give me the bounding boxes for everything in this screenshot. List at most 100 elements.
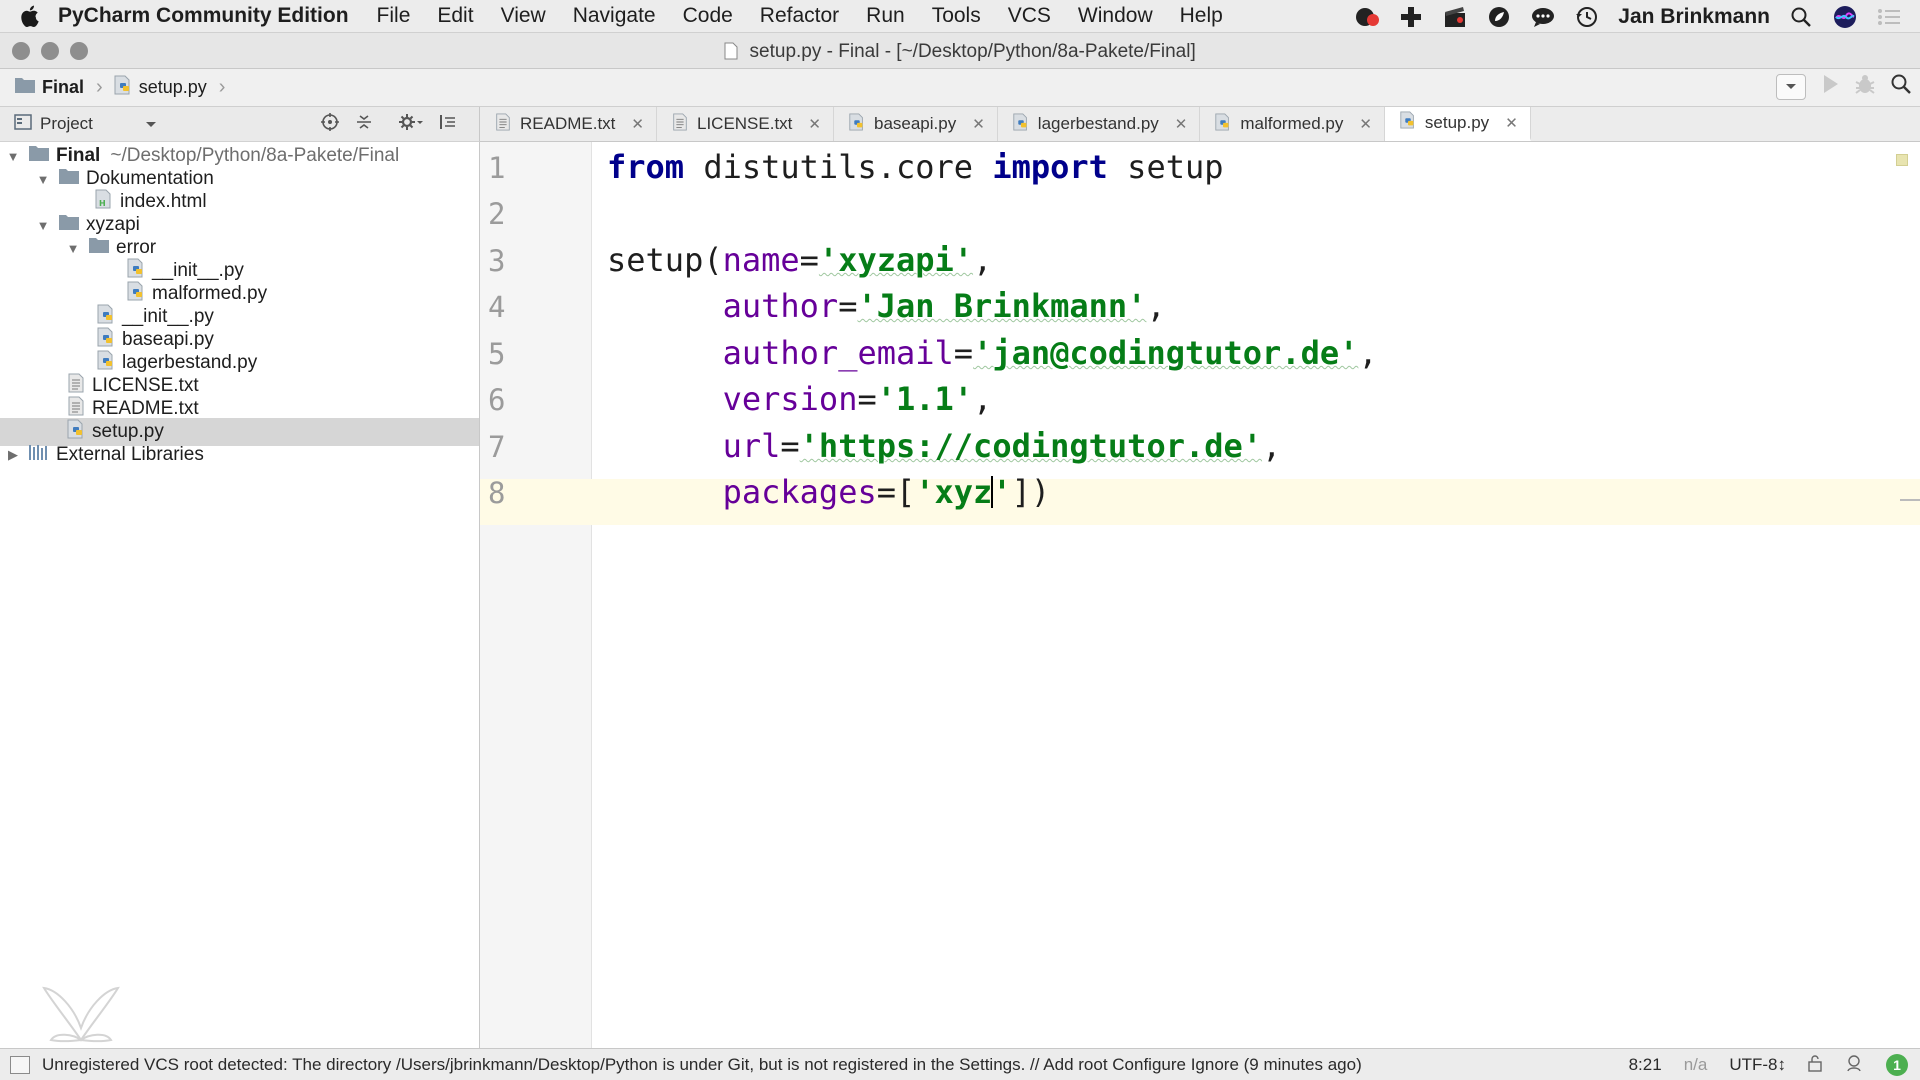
search-everywhere-icon[interactable] xyxy=(1890,73,1912,100)
code-text: , xyxy=(973,380,993,418)
time-machine-icon[interactable] xyxy=(1574,4,1600,30)
tab-lagerbestand[interactable]: lagerbestand.py ✕ xyxy=(998,107,1201,141)
apple-menu-icon[interactable] xyxy=(0,4,58,28)
siri-icon[interactable] xyxy=(1832,4,1858,30)
line-number: 6 xyxy=(488,383,506,417)
menu-refactor[interactable]: Refactor xyxy=(760,4,839,28)
menu-file[interactable]: File xyxy=(377,4,411,28)
locate-file-icon[interactable] xyxy=(320,112,340,137)
keyword-argument: name xyxy=(722,241,800,279)
folder-icon xyxy=(14,76,36,99)
record-icon[interactable] xyxy=(1354,4,1380,30)
toggle-tool-windows-icon[interactable] xyxy=(10,1055,30,1074)
breadcrumb: Final › setup.py › xyxy=(0,75,229,100)
window-title-text: setup.py - Final - [~/Desktop/Python/8a-… xyxy=(749,41,1196,62)
app-name-menu[interactable]: PyCharm Community Edition xyxy=(58,4,349,28)
close-tab-icon[interactable]: ✕ xyxy=(1505,114,1518,132)
file-doc-icon xyxy=(724,42,738,66)
string-literal: '1.1' xyxy=(876,380,974,418)
tree-item-path: ~/Desktop/Python/8a-Pakete/Final xyxy=(110,145,400,166)
collapse-all-icon[interactable] xyxy=(354,112,374,137)
line-number: 7 xyxy=(488,430,506,464)
menu-navigate[interactable]: Navigate xyxy=(573,4,656,28)
lock-icon[interactable] xyxy=(1808,1054,1822,1077)
code-text: = xyxy=(838,287,858,325)
tab-malformed[interactable]: malformed.py ✕ xyxy=(1200,107,1385,141)
string-literal: 'https://codingtutor.de' xyxy=(799,427,1263,465)
menu-edit[interactable]: Edit xyxy=(437,4,473,28)
menu-run[interactable]: Run xyxy=(866,4,905,28)
caret-position[interactable]: 8:21 xyxy=(1629,1055,1662,1075)
expanded-arrow-icon[interactable]: ▼ xyxy=(36,218,50,233)
spotlight-search-icon[interactable] xyxy=(1788,4,1814,30)
tree-item-label: baseapi.py xyxy=(122,329,214,350)
plus-cross-icon[interactable] xyxy=(1398,4,1424,30)
expanded-arrow-icon[interactable]: ▼ xyxy=(36,172,50,187)
run-config-dropdown[interactable] xyxy=(1776,73,1806,100)
string-literal: 'xyz xyxy=(915,473,993,511)
chat-bubble-icon[interactable] xyxy=(1530,4,1556,30)
hide-panel-icon[interactable] xyxy=(438,112,458,137)
notification-center-icon[interactable] xyxy=(1876,4,1902,30)
leaf-icon[interactable] xyxy=(1486,4,1512,30)
error-stripe-marker[interactable] xyxy=(1900,499,1920,501)
file-encoding[interactable]: UTF-8↕ xyxy=(1729,1055,1786,1075)
close-tab-icon[interactable]: ✕ xyxy=(1175,115,1188,133)
tab-readme[interactable]: README.txt ✕ xyxy=(480,107,657,141)
clapperboard-icon[interactable] xyxy=(1442,4,1468,30)
status-message[interactable]: Unregistered VCS root detected: The dire… xyxy=(42,1055,1362,1075)
menu-vcs[interactable]: VCS xyxy=(1008,4,1051,28)
tree-item-label: index.html xyxy=(120,191,207,212)
tab-baseapi[interactable]: baseapi.py ✕ xyxy=(834,107,998,141)
menu-code[interactable]: Code xyxy=(683,4,733,28)
text-file-icon xyxy=(494,112,512,136)
settings-gear-icon[interactable] xyxy=(398,112,424,137)
tree-item-label: External Libraries xyxy=(56,444,204,465)
menu-window[interactable]: Window xyxy=(1078,4,1153,28)
debug-icon[interactable] xyxy=(1854,73,1876,100)
run-icon[interactable] xyxy=(1820,73,1840,100)
breadcrumb-project[interactable]: Final xyxy=(42,77,84,98)
expanded-arrow-icon[interactable]: ▼ xyxy=(66,241,80,256)
menu-tools[interactable]: Tools xyxy=(932,4,981,28)
inspector-icon[interactable] xyxy=(1844,1053,1864,1078)
inspection-status-icon[interactable] xyxy=(1896,154,1908,166)
tab-setup[interactable]: setup.py ✕ xyxy=(1384,107,1531,141)
close-tab-icon[interactable]: ✕ xyxy=(972,115,985,133)
tab-label: LICENSE.txt xyxy=(696,114,793,133)
close-tab-icon[interactable]: ✕ xyxy=(1359,115,1372,133)
navigation-bar: Final › setup.py › xyxy=(0,69,1920,107)
close-tab-icon[interactable]: ✕ xyxy=(808,115,821,133)
menu-view[interactable]: View xyxy=(501,4,546,28)
event-log-badge[interactable]: 1 xyxy=(1886,1054,1908,1076)
close-tab-icon[interactable]: ✕ xyxy=(631,115,644,133)
tab-label: baseapi.py xyxy=(873,114,957,133)
menu-bar-tray: Jan Brinkmann xyxy=(1354,0,1902,33)
line-number: 1 xyxy=(488,151,506,185)
python-file-icon xyxy=(1399,111,1417,134)
python-file-icon xyxy=(1214,112,1232,136)
menu-help[interactable]: Help xyxy=(1180,4,1223,28)
window-title-bar: setup.py - Final - [~/Desktop/Python/8a-… xyxy=(0,33,1920,69)
tab-label: lagerbestand.py xyxy=(1037,114,1159,133)
dropdown-arrow-icon xyxy=(145,114,157,134)
collapsed-arrow-icon[interactable]: ▶ xyxy=(6,447,20,462)
string-literal-end: ' xyxy=(992,473,1012,511)
project-view-label: Project xyxy=(40,114,93,133)
project-view-selector[interactable]: Project xyxy=(0,113,320,135)
chevron-right-icon: › xyxy=(96,76,103,98)
tab-license[interactable]: LICENSE.txt ✕ xyxy=(657,107,834,141)
window-title: setup.py - Final - [~/Desktop/Python/8a-… xyxy=(0,41,1920,66)
tree-item-label: LICENSE.txt xyxy=(92,375,199,396)
line-separator-status[interactable]: n/a xyxy=(1684,1055,1708,1075)
expanded-arrow-icon[interactable]: ▼ xyxy=(6,149,20,164)
tree-item-label: lagerbestand.py xyxy=(122,352,258,373)
code-line-8: packages=['xyz']) xyxy=(607,473,1051,511)
code-line-7: url='https://codingtutor.de', xyxy=(607,427,1282,465)
tree-item-external-libraries[interactable]: ▶ External Libraries xyxy=(0,441,479,469)
tab-label: setup.py xyxy=(1424,112,1490,132)
user-name[interactable]: Jan Brinkmann xyxy=(1618,5,1770,29)
breadcrumb-file[interactable]: setup.py xyxy=(139,77,207,98)
